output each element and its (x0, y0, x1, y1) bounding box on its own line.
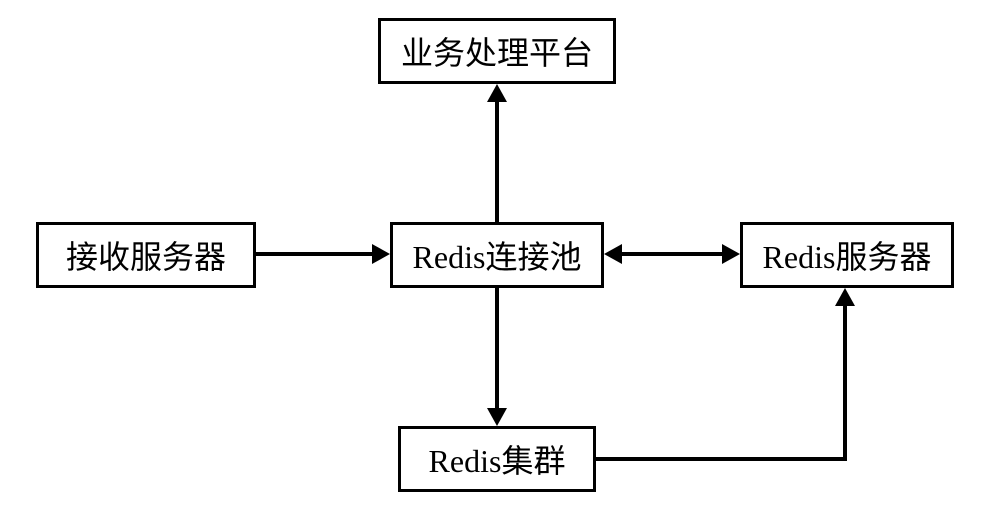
arrow-pool-to-business (495, 100, 499, 222)
receiving-server-label: 接收服务器 (66, 232, 226, 278)
redis-pool-box: Redis连接池 (390, 222, 604, 288)
redis-pool-label: Redis连接池 (413, 232, 582, 278)
arrowhead-pool-to-cluster (487, 408, 507, 426)
arrow-pool-to-cluster (495, 288, 499, 410)
redis-cluster-box: Redis集群 (398, 426, 596, 492)
arrow-pool-to-server (620, 252, 724, 256)
redis-cluster-label: Redis集群 (429, 436, 566, 482)
receiving-server-box: 接收服务器 (36, 222, 256, 288)
business-platform-label: 业务处理平台 (401, 28, 593, 74)
redis-server-box: Redis服务器 (740, 222, 954, 288)
arrowhead-pool-to-server-left (604, 244, 622, 264)
arrow-cluster-to-server-h (596, 457, 847, 461)
business-platform-box: 业务处理平台 (378, 18, 616, 84)
arrowhead-cluster-to-server (835, 288, 855, 306)
arrowhead-receiving-to-pool (372, 244, 390, 264)
redis-server-label: Redis服务器 (763, 232, 932, 278)
arrowhead-pool-to-business (487, 84, 507, 102)
arrow-receiving-to-pool (256, 252, 374, 256)
arrow-cluster-to-server-v (843, 304, 847, 461)
arrowhead-pool-to-server-right (722, 244, 740, 264)
